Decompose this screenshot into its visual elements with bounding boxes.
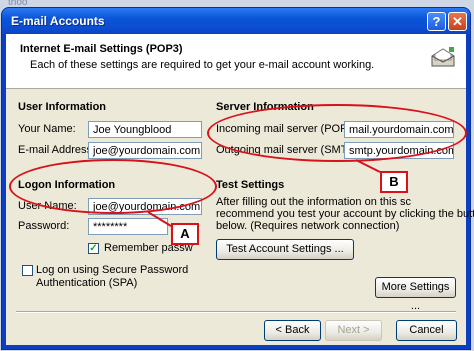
more-settings-button[interactable]: More Settings ...	[375, 277, 456, 312]
spa-label-line2: Authentication (SPA)	[36, 277, 138, 289]
mail-envelope-icon	[431, 47, 455, 67]
checkmark-icon: ✓	[89, 243, 98, 254]
user-information-heading: User Information	[18, 101, 107, 113]
next-button[interactable]: Next >	[325, 320, 382, 341]
spa-label-line1: Log on using Secure Password	[36, 264, 189, 276]
background-window-text: thoo	[8, 0, 28, 8]
test-settings-text-line1: After filling out the information on thi…	[216, 196, 412, 208]
callout-a: A	[171, 223, 199, 245]
test-settings-heading: Test Settings	[216, 179, 285, 191]
your-name-field[interactable]: Joe Youngblood	[88, 121, 202, 138]
your-name-label: Your Name:	[18, 123, 76, 135]
close-button[interactable]: ✕	[448, 12, 467, 31]
remember-password-checkbox[interactable]: ✓	[88, 243, 99, 254]
page-title: Internet E-mail Settings (POP3)	[20, 43, 183, 55]
title-bar[interactable]: E-mail Accounts ? ✕	[2, 8, 470, 34]
annotation-ellipse-b	[207, 104, 467, 162]
callout-b: B	[380, 171, 408, 193]
window-title: E-mail Accounts	[11, 14, 105, 28]
email-address-label: E-mail Address:	[18, 144, 96, 156]
page-subtitle: Each of these settings are required to g…	[30, 59, 375, 71]
help-button[interactable]: ?	[427, 12, 446, 31]
back-button[interactable]: < Back	[264, 320, 321, 341]
cancel-button[interactable]: Cancel	[396, 320, 457, 341]
password-label: Password:	[18, 220, 70, 232]
annotation-ellipse-a	[9, 159, 217, 214]
dialog-header: Internet E-mail Settings (POP3) Each of …	[6, 34, 466, 89]
test-account-settings-button[interactable]: Test Account Settings ...	[216, 239, 354, 260]
spa-checkbox[interactable]	[22, 265, 33, 276]
divider	[16, 311, 456, 313]
email-address-field[interactable]: joe@yourdomain.com	[88, 142, 202, 159]
question-mark-icon: ?	[432, 14, 441, 29]
password-field[interactable]: ********	[88, 218, 168, 235]
test-settings-text-line2: recommend you test your account by click…	[216, 208, 474, 220]
test-settings-text-line3: below. (Requires network connection)	[216, 220, 400, 232]
close-icon: ✕	[452, 14, 463, 29]
